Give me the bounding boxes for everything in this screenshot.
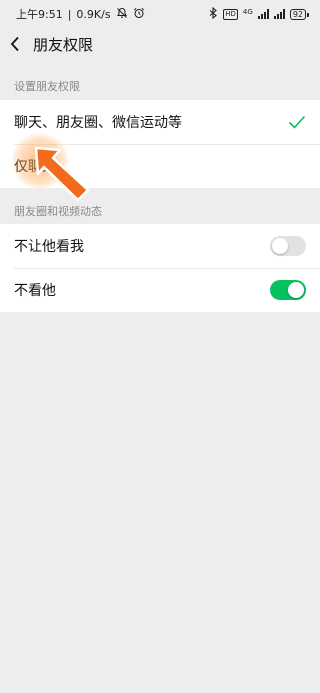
option-chat-moments-werun[interactable]: 聊天、朋友圈、微信运动等	[0, 100, 320, 144]
setting-hide-my-moments: 不让他看我	[0, 224, 320, 268]
permissions-group: 聊天、朋友圈、微信运动等 仅聊天	[0, 100, 320, 188]
hd-badge: HD	[223, 8, 238, 20]
alarm-off-icon	[116, 7, 128, 22]
signal-icon	[257, 9, 269, 19]
setting-hide-their-moments: 不看他	[0, 268, 320, 312]
page-title: 朋友权限	[33, 35, 94, 54]
network-speed: 0.9K/s	[76, 7, 111, 21]
nav-bar: 朋友权限	[0, 28, 320, 60]
option-label: 仅聊天	[14, 159, 56, 175]
hide-my-moments-toggle[interactable]	[270, 236, 306, 256]
setting-label: 不让他看我	[14, 239, 84, 255]
toggle-knob	[288, 282, 304, 298]
network-type: 4G	[242, 7, 253, 16]
status-time: 上午9:51	[16, 8, 63, 21]
status-separator: |	[67, 7, 72, 21]
setting-label: 不看他	[14, 283, 56, 299]
option-chat-only[interactable]: 仅聊天	[0, 144, 320, 188]
toggle-knob	[272, 238, 288, 254]
signal-icon-2	[273, 9, 285, 19]
chevron-left-icon	[10, 36, 19, 52]
back-button[interactable]	[10, 32, 28, 56]
status-right: HD 4G 92	[209, 6, 310, 22]
option-label: 聊天、朋友圈、微信运动等	[14, 115, 182, 131]
section-header-permissions: 设置朋友权限	[14, 80, 80, 93]
section-header-moments: 朋友圈和视频动态	[14, 205, 102, 218]
checkmark-icon	[288, 115, 306, 129]
status-bar: 上午9:51 | 0.9K/s HD 4G 92	[0, 0, 320, 28]
moments-group: 不让他看我 不看他	[0, 224, 320, 312]
status-left: 上午9:51 | 0.9K/s	[16, 6, 145, 22]
alarm-clock-icon	[133, 7, 145, 22]
bluetooth-icon	[209, 6, 218, 22]
battery-icon: 92	[289, 8, 310, 20]
hide-their-moments-toggle[interactable]	[270, 280, 306, 300]
